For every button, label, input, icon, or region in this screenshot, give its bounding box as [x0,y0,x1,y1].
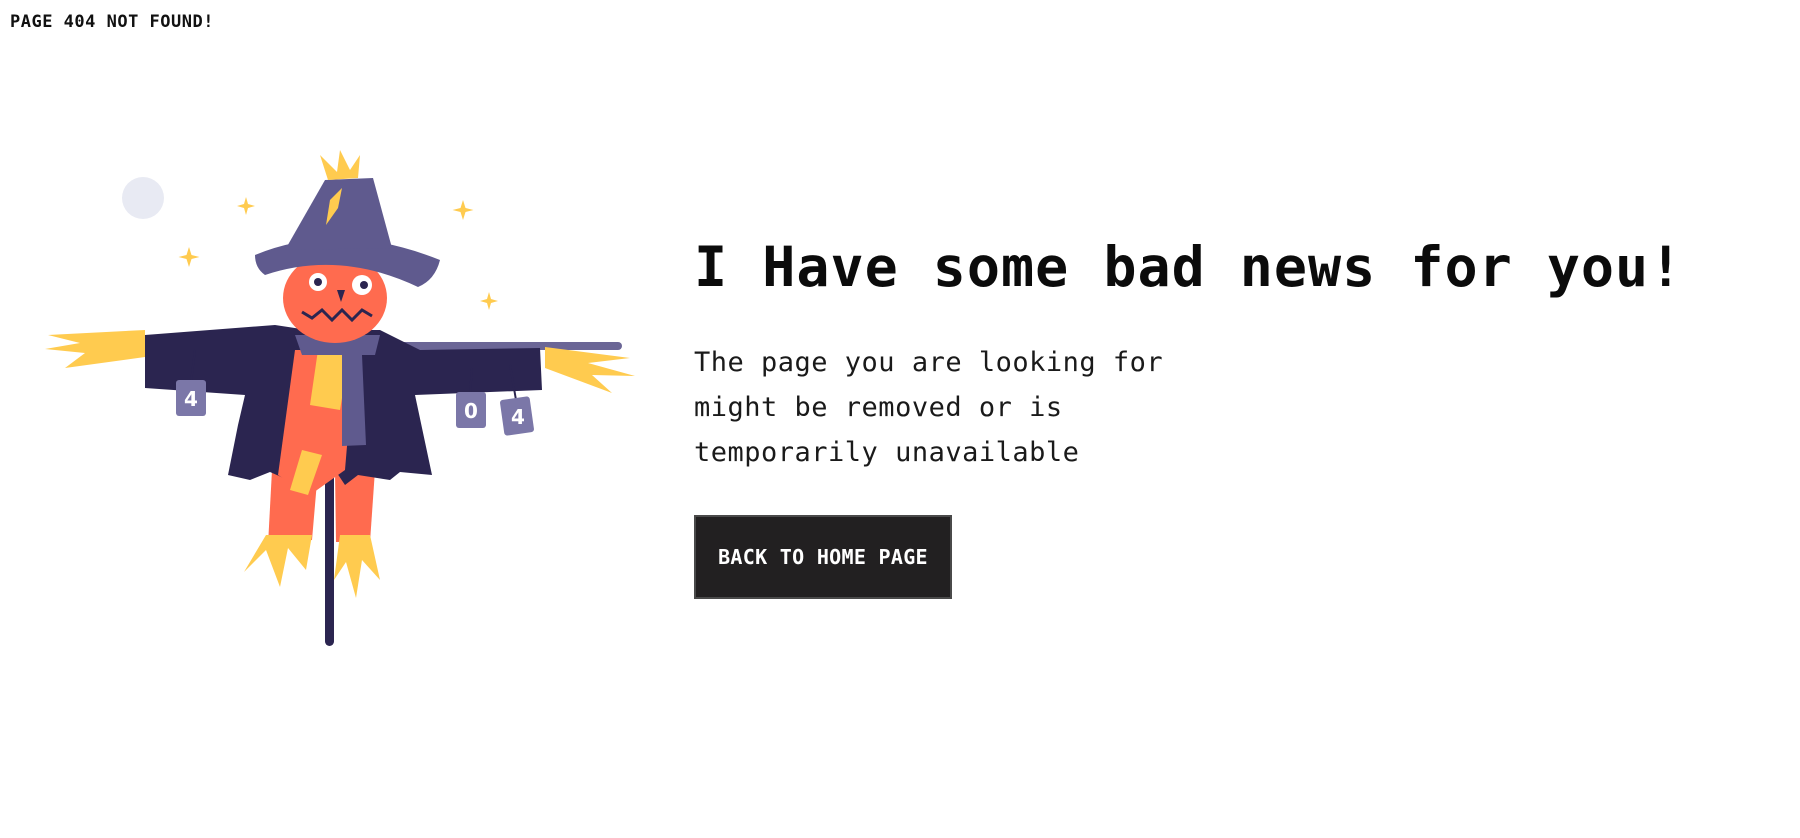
hat-top [285,178,392,250]
page-title: I Have some bad news for you! [694,235,1684,299]
right-leg [335,470,375,542]
left-hand-straw [45,330,145,368]
back-to-home-button[interactable]: BACK TO HOME PAGE [694,515,952,599]
right-hand-straw [545,347,635,393]
error-message: The page you are looking for might be re… [694,347,1164,468]
can-label: 0 [464,399,478,423]
can-label: 4 [511,405,525,429]
moon-icon [122,177,164,219]
left-foot-straw [244,535,312,587]
can-label: 4 [184,387,198,411]
page-404-label: PAGE 404 NOT FOUND! [10,12,214,32]
hat-straw [320,150,360,180]
right-foot-straw [334,535,380,598]
scarecrow-illustration: 4 0 4 [45,150,635,646]
main-content: I Have some bad news for you! The page y… [694,222,1774,599]
